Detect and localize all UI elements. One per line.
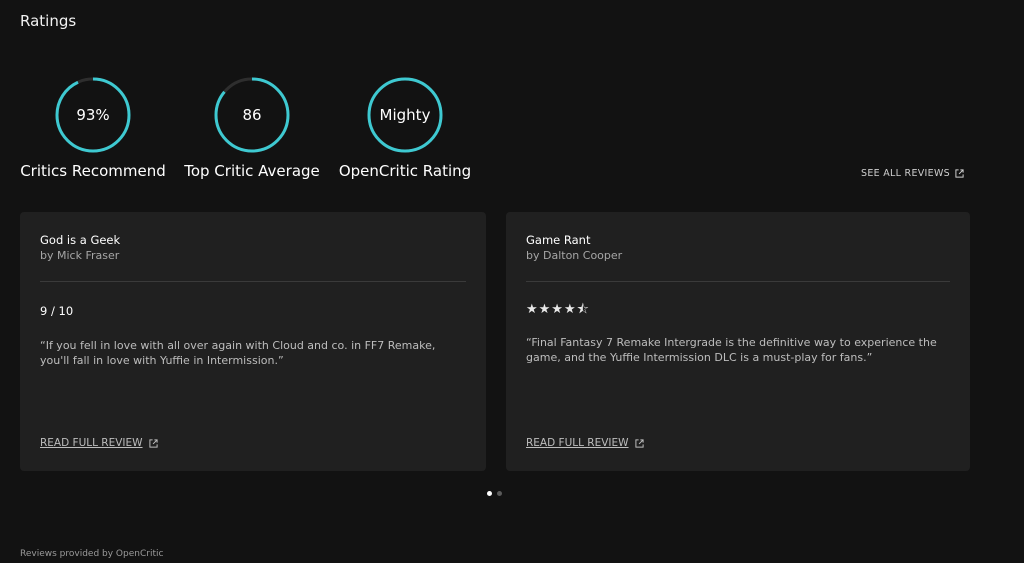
star-rating: ★★★★⯪	[526, 302, 590, 317]
divider	[526, 281, 950, 282]
metric-label: OpenCritic Rating	[338, 162, 472, 180]
read-full-review-link[interactable]: READ FULL REVIEW	[40, 437, 158, 449]
external-link-icon	[148, 438, 158, 448]
review-quote: “Final Fantasy 7 Remake Intergrade is th…	[526, 336, 937, 364]
see-all-label: SEE ALL REVIEWS	[861, 168, 950, 179]
metric-value: 93%	[76, 106, 110, 124]
review-author: by Dalton Cooper	[526, 249, 623, 262]
read-full-review-label: READ FULL REVIEW	[526, 437, 629, 449]
review-author: by Mick Fraser	[40, 249, 120, 262]
metric-label: Top Critic Average	[184, 162, 320, 180]
carousel-pagination	[487, 491, 502, 496]
read-full-review-link[interactable]: READ FULL REVIEW	[526, 437, 644, 449]
metric-top-critic-average: 86 Top Critic Average	[182, 76, 322, 180]
footer-attribution: Reviews provided by OpenCritic	[20, 549, 164, 559]
metric-value: Mighty	[379, 106, 431, 124]
metric-value: 86	[242, 106, 262, 124]
review-outlet: Game Rant	[526, 233, 591, 247]
review-card: God is a Geek by Mick Fraser 9 / 10 “If …	[20, 212, 486, 471]
review-card: Game Rant by Dalton Cooper ★★★★⯪ “Final …	[506, 212, 970, 471]
divider	[40, 281, 466, 282]
review-score: 9 / 10	[40, 304, 74, 318]
review-quote: “If you fell in love with all over again…	[40, 339, 436, 367]
external-link-icon	[634, 438, 644, 448]
pagination-dot-1[interactable]	[487, 491, 492, 496]
section-title: Ratings	[20, 12, 77, 30]
metric-critics-recommend: 93% Critics Recommend	[20, 76, 166, 180]
review-outlet: God is a Geek	[40, 233, 121, 247]
see-all-reviews-link[interactable]: SEE ALL REVIEWS	[861, 168, 964, 179]
metric-opencritic-rating: Mighty OpenCritic Rating	[338, 76, 472, 180]
external-link-icon	[955, 169, 964, 178]
read-full-review-label: READ FULL REVIEW	[40, 437, 143, 449]
metric-label: Critics Recommend	[20, 162, 166, 180]
pagination-dot-2[interactable]	[497, 491, 502, 496]
